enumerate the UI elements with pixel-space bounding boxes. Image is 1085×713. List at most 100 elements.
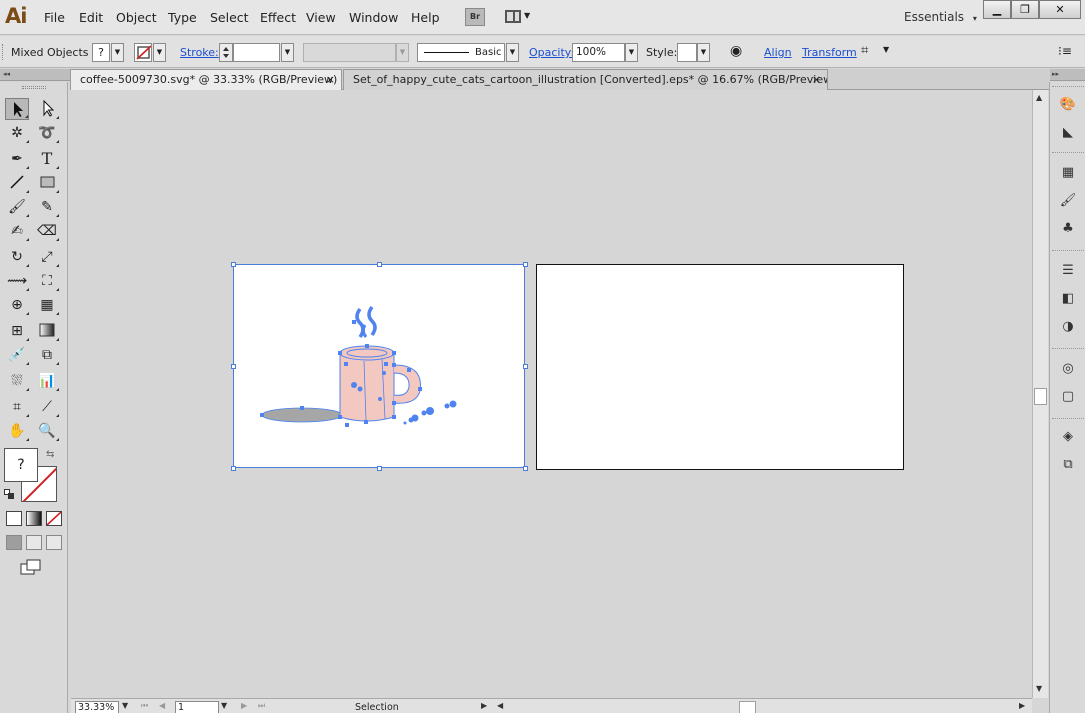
line-segment-tool[interactable] — [5, 172, 29, 194]
symbol-sprayer-tool[interactable]: ⛆ — [5, 370, 29, 392]
scroll-right-icon[interactable]: ▶ — [1019, 701, 1025, 710]
fill-color-swatch[interactable]: ? — [92, 43, 110, 62]
selection-handle[interactable] — [523, 364, 528, 369]
stroke-dropdown[interactable]: ▼ — [153, 43, 166, 62]
appearance-panel-icon[interactable]: ◎ — [1059, 360, 1077, 378]
layers-panel-icon[interactable]: ◈ — [1059, 428, 1077, 446]
restore-button[interactable]: ❐ — [1011, 0, 1039, 19]
opacity-dropdown[interactable]: ▼ — [625, 43, 638, 62]
default-fill-stroke-icon[interactable] — [4, 489, 14, 499]
graphic-style-dropdown[interactable]: ▼ — [697, 43, 710, 62]
magic-wand-tool[interactable]: ✲ — [5, 122, 29, 144]
minimize-button[interactable]: ▁ — [983, 0, 1011, 19]
document-canvas[interactable] — [71, 90, 1032, 698]
shape-builder-tool[interactable]: ⊕ — [5, 294, 29, 316]
last-artboard-icon[interactable]: ⏭ — [258, 701, 265, 711]
workspace-switcher[interactable]: Essentials ▾ — [904, 10, 977, 24]
eyedropper-tool[interactable]: 💉 — [5, 344, 29, 366]
menu-help[interactable]: Help — [411, 10, 440, 25]
close-tab-icon[interactable]: × — [326, 70, 335, 89]
menu-effect[interactable]: Effect — [260, 10, 296, 25]
chevron-down-icon[interactable]: ▼ — [883, 45, 889, 54]
menu-window[interactable]: Window — [349, 10, 398, 25]
draw-behind-button[interactable] — [26, 535, 42, 550]
vertical-scrollbar[interactable]: ▲ ▼ — [1032, 90, 1048, 698]
change-screen-mode-button[interactable] — [20, 559, 42, 576]
selection-handle[interactable] — [377, 466, 382, 471]
color-mode-button[interactable] — [6, 511, 22, 526]
brush-definition[interactable]: Basic — [417, 43, 505, 62]
draw-normal-button[interactable] — [6, 535, 22, 550]
selection-handle[interactable] — [523, 466, 528, 471]
artboard-coffee[interactable] — [233, 264, 525, 468]
lasso-tool[interactable]: ➰ — [35, 122, 59, 144]
variable-width-dropdown[interactable]: ▼ — [396, 43, 409, 62]
gradient-mode-button[interactable] — [26, 511, 42, 526]
brush-dropdown[interactable]: ▼ — [506, 43, 519, 62]
stroke-weight-input[interactable] — [233, 43, 280, 62]
pen-tool[interactable]: ✒ — [5, 148, 29, 170]
close-tab-icon[interactable]: × — [812, 70, 821, 89]
graphic-style-swatch[interactable] — [677, 43, 697, 62]
rectangle-tool[interactable] — [35, 172, 59, 194]
fill-dropdown[interactable]: ▼ — [111, 43, 124, 62]
pencil-tool[interactable]: ✎ — [35, 196, 59, 218]
tools-collapse-toggle[interactable]: ◂◂ — [0, 69, 70, 81]
free-transform-tool[interactable]: ⛶ — [35, 270, 59, 292]
recolor-artwork-icon[interactable]: ◉ — [730, 43, 742, 59]
swap-fill-stroke-icon[interactable]: ⇆ — [46, 449, 54, 460]
artboard-number-input[interactable]: 1 — [175, 701, 219, 713]
selection-handle[interactable] — [231, 262, 236, 267]
artboard-tool[interactable]: ⌗ — [5, 396, 29, 418]
artboard-dropdown-icon[interactable]: ▼ — [221, 701, 227, 710]
stroke-panel-link[interactable]: Stroke: — [180, 46, 219, 59]
mesh-tool[interactable]: ⊞ — [5, 320, 29, 342]
blob-brush-tool[interactable]: ✍ — [5, 220, 29, 242]
selection-handle[interactable] — [231, 466, 236, 471]
horizontal-scroll-thumb[interactable] — [739, 701, 756, 713]
menu-view[interactable]: View — [306, 10, 336, 25]
eraser-tool[interactable]: ⌫ — [35, 220, 59, 242]
type-tool[interactable]: T — [35, 148, 59, 170]
opacity-panel-link[interactable]: Opacity: — [529, 46, 574, 59]
previous-artboard-icon[interactable]: ◀ — [159, 701, 165, 710]
zoom-tool[interactable]: 🔍 — [35, 420, 59, 442]
grip-handle[interactable] — [2, 44, 5, 60]
tab-coffee-document[interactable]: coffee-5009730.svg* @ 33.33% (RGB/Previe… — [70, 69, 342, 90]
menu-file[interactable]: File — [44, 10, 65, 25]
swatches-panel-icon[interactable]: ▦ — [1059, 164, 1077, 182]
align-panel-link[interactable]: Align — [764, 46, 792, 59]
gradient-tool[interactable] — [35, 320, 59, 342]
scroll-down-icon[interactable]: ▼ — [1036, 684, 1042, 693]
column-graph-tool[interactable]: 📊 — [35, 370, 59, 392]
fill-swatch[interactable]: ? — [4, 448, 38, 482]
menu-type[interactable]: Type — [168, 10, 197, 25]
zoom-level-input[interactable]: 33.33% — [75, 701, 119, 713]
selection-handle[interactable] — [377, 262, 382, 267]
scale-tool[interactable]: ⤢ — [35, 246, 59, 268]
stroke-weight-dropdown[interactable]: ▼ — [281, 43, 294, 62]
gradient-panel-icon[interactable]: ◧ — [1059, 290, 1077, 308]
scroll-left-icon[interactable]: ◀ — [497, 701, 503, 710]
symbols-panel-icon[interactable]: ♣ — [1059, 220, 1077, 238]
tab-cats-document[interactable]: Set_of_happy_cute_cats_cartoon_illustrat… — [343, 69, 828, 90]
menu-object[interactable]: Object — [116, 10, 157, 25]
vertical-scroll-thumb[interactable] — [1034, 388, 1047, 405]
stroke-color-swatch[interactable] — [134, 43, 152, 62]
status-menu-icon[interactable]: ▶ — [481, 701, 487, 710]
first-artboard-icon[interactable]: ⏮ — [141, 701, 148, 711]
stroke-weight-stepper[interactable] — [219, 43, 233, 62]
hand-tool[interactable]: ✋ — [5, 420, 29, 442]
rotate-tool[interactable]: ↻ — [5, 246, 29, 268]
width-tool[interactable]: ⟿ — [5, 270, 29, 292]
zoom-dropdown-icon[interactable]: ▼ — [122, 701, 128, 710]
artboard-empty[interactable] — [536, 264, 904, 470]
blend-tool[interactable]: ⧉ — [35, 344, 59, 366]
brushes-panel-icon[interactable]: 🖌 — [1059, 192, 1077, 210]
selection-handle[interactable] — [523, 262, 528, 267]
paintbrush-tool[interactable]: 🖌 — [5, 196, 29, 218]
slice-tool[interactable]: ⟋ — [35, 396, 59, 418]
transform-panel-link[interactable]: Transform — [802, 46, 857, 59]
arrange-documents-button[interactable]: ▼ — [503, 8, 533, 26]
transparency-panel-icon[interactable]: ◑ — [1059, 318, 1077, 336]
